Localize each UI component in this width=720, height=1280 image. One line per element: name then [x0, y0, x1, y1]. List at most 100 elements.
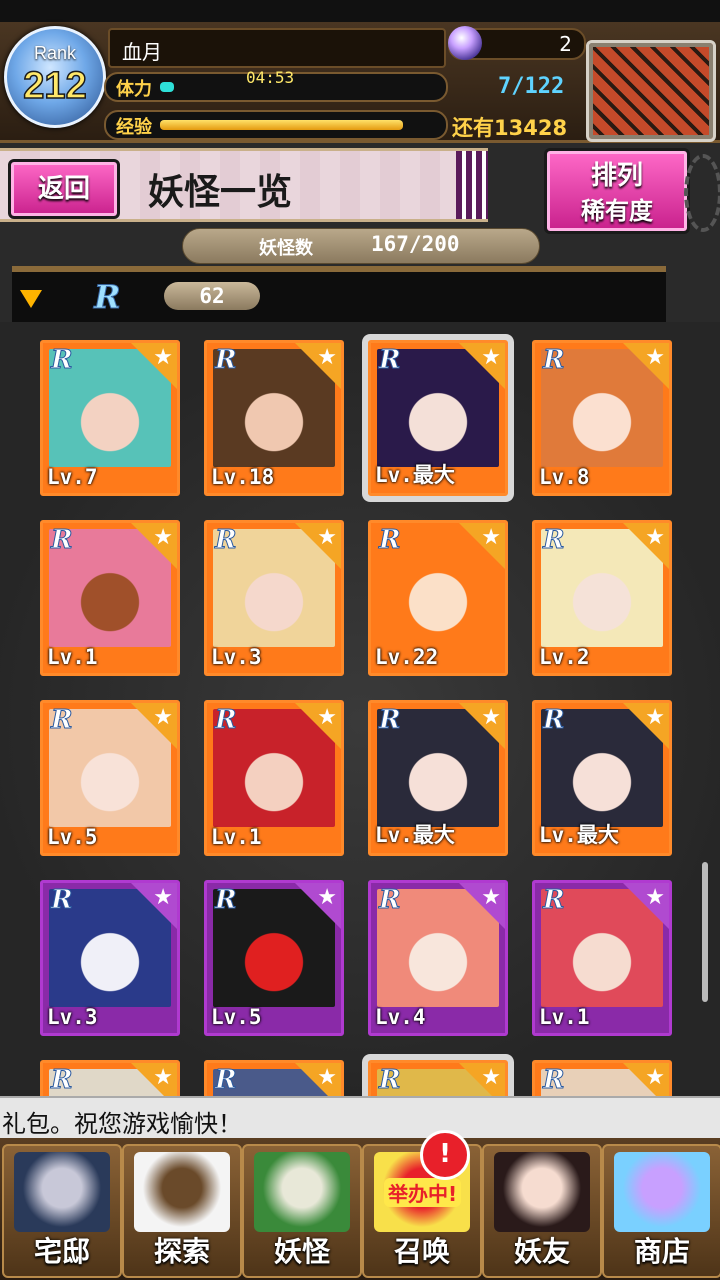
nav-monsters-label: 妖怪	[273, 1235, 330, 1268]
monster-card[interactable]: R ★ Lv.5	[204, 880, 344, 1036]
bottom-nav: 商店 妖友 举办中! 召唤 妖怪 探索 宅邸 !	[0, 1130, 720, 1280]
monster-level: Lv.3	[211, 645, 262, 669]
rarity-r-icon: R	[215, 525, 238, 556]
star-icon: ★	[481, 885, 501, 910]
rarity-r-icon: R	[379, 1065, 402, 1096]
rarity-r-icon: R	[51, 885, 74, 916]
star-icon: ★	[645, 885, 665, 910]
section-count-pill: 62	[164, 282, 260, 310]
star-icon: ★	[317, 705, 337, 730]
collapse-triangle-icon[interactable]	[20, 290, 42, 308]
event-label: 举办中!	[384, 1178, 462, 1207]
monster-level: Lv.3	[47, 1005, 98, 1029]
star-icon: ★	[645, 525, 665, 550]
stamina-fill	[160, 82, 174, 92]
player-name: 血月	[122, 40, 162, 64]
player-name-box: 血月	[108, 28, 446, 68]
monster-card[interactable]: R ★ Lv.2	[532, 520, 672, 676]
rank-label: Rank	[33, 43, 77, 63]
monster-card[interactable]: R ★ Lv.1	[204, 700, 344, 856]
star-icon: ★	[481, 1065, 501, 1090]
sort-button[interactable]: 排列 稀有度	[544, 148, 690, 234]
nav-friends-button[interactable]: 妖友	[482, 1144, 602, 1278]
sort-label: 排列	[590, 161, 643, 191]
nav-mansion-label: 宅邸	[33, 1235, 90, 1268]
star-icon: ★	[153, 1065, 173, 1090]
monster-card[interactable]: R ★ Lv.5	[40, 700, 180, 856]
stamina-label: 体力	[116, 79, 152, 100]
monster-level: Lv.7	[47, 465, 98, 489]
monster-card[interactable]: R ★	[532, 1060, 672, 1098]
monster-card[interactable]: R ★	[204, 1060, 344, 1098]
rarity-r-icon: R	[215, 1065, 238, 1096]
back-button[interactable]: 返回	[8, 159, 120, 219]
rarity-r-icon: R	[215, 345, 238, 376]
monster-level: Lv.5	[47, 825, 98, 849]
title-panel: 返回 妖怪一览	[0, 148, 488, 222]
rarity-r-icon: R	[543, 885, 566, 916]
monster-card[interactable]: R ★	[40, 1060, 180, 1098]
star-icon: ★	[317, 1065, 337, 1090]
exp-remaining: 还有13428	[452, 116, 568, 140]
news-ticker: 礼包。祝您游戏愉快！	[0, 1096, 720, 1140]
monster-card[interactable]: R ★ Lv.1	[532, 880, 672, 1036]
monster-card[interactable]: R ★ Lv.8	[532, 340, 672, 496]
monster-card[interactable]: R ★ Lv.3	[40, 880, 180, 1036]
monster-card[interactable]: R ★ Lv.4	[368, 880, 508, 1036]
star-icon: ★	[317, 885, 337, 910]
item-box-icon[interactable]	[586, 40, 716, 142]
monster-card[interactable]: R ★ Lv.1	[40, 520, 180, 676]
monster-card[interactable]: R ★ Lv.7	[40, 340, 180, 496]
rarity-r-icon: R	[51, 705, 74, 736]
star-icon: ★	[153, 525, 173, 550]
monster-card[interactable]: R ★ Lv.最大	[368, 700, 508, 856]
monster-level: Lv.最大	[375, 823, 455, 847]
monster-level: Lv.18	[211, 465, 275, 489]
star-icon: ★	[645, 1065, 665, 1090]
monster-card[interactable]: R ★ Lv.22	[368, 520, 508, 676]
nav-explore-button[interactable]: 探索	[122, 1144, 242, 1278]
monster-level: Lv.1	[211, 825, 262, 849]
gear-icon	[684, 154, 720, 232]
count-label: 妖怪数	[259, 238, 313, 259]
rarity-section-header[interactable]: R 62	[12, 266, 666, 326]
monster-card[interactable]: R ★	[368, 1060, 508, 1098]
star-icon: ★	[645, 345, 665, 370]
monster-level: Lv.4	[375, 1005, 426, 1029]
nav-explore-label: 探索	[153, 1235, 210, 1268]
monster-card[interactable]: R ★ Lv.18	[204, 340, 344, 496]
monster-card[interactable]: R ★ Lv.最大	[532, 700, 672, 856]
rarity-r-icon: R	[51, 1065, 74, 1096]
monster-count-pill: 妖怪数 167/200	[182, 228, 540, 264]
nav-friends-icon	[494, 1152, 590, 1232]
nav-mansion-button[interactable]: 宅邸	[2, 1144, 122, 1278]
scrollbar[interactable]	[702, 862, 708, 1002]
sort-mode: 稀有度	[581, 197, 653, 225]
monster-card[interactable]: R ★ Lv.3	[204, 520, 344, 676]
nav-friends-label: 妖友	[513, 1235, 570, 1268]
star-icon: ★	[317, 345, 337, 370]
nav-shop-button[interactable]: 商店	[602, 1144, 720, 1278]
rarity-r-icon: R	[215, 705, 238, 736]
nav-monsters-icon	[254, 1152, 350, 1232]
rank-badge[interactable]: Rank 212	[4, 26, 106, 128]
page-title: 妖怪一览	[148, 171, 293, 213]
rarity-r-icon: R	[543, 345, 566, 376]
rarity-r-icon: R	[543, 705, 566, 736]
gem-counter[interactable]: 2	[448, 26, 586, 60]
status-bar	[0, 0, 720, 22]
star-icon: ★	[481, 705, 501, 730]
exp-label: 经验	[116, 117, 152, 138]
rarity-r-icon: R	[543, 1065, 566, 1096]
gem-icon	[448, 26, 482, 60]
rarity-r-icon: R	[94, 278, 122, 317]
monster-grid: R ★ Lv.7 R ★ Lv.18 R ★ Lv.最大 R ★ Lv.8 R ★ Lv.1 R ★ Lv.3 R ★…	[0, 322, 720, 1098]
rarity-r-icon: R	[51, 345, 74, 376]
section-count: 62	[199, 284, 225, 308]
monster-card[interactable]: R ★ Lv.最大	[368, 340, 508, 496]
rarity-r-icon: R	[379, 345, 402, 376]
rarity-r-icon: R	[51, 525, 74, 556]
star-icon: ★	[153, 705, 173, 730]
storage-count: 7/122	[498, 74, 565, 99]
nav-monsters-button[interactable]: 妖怪	[242, 1144, 362, 1278]
